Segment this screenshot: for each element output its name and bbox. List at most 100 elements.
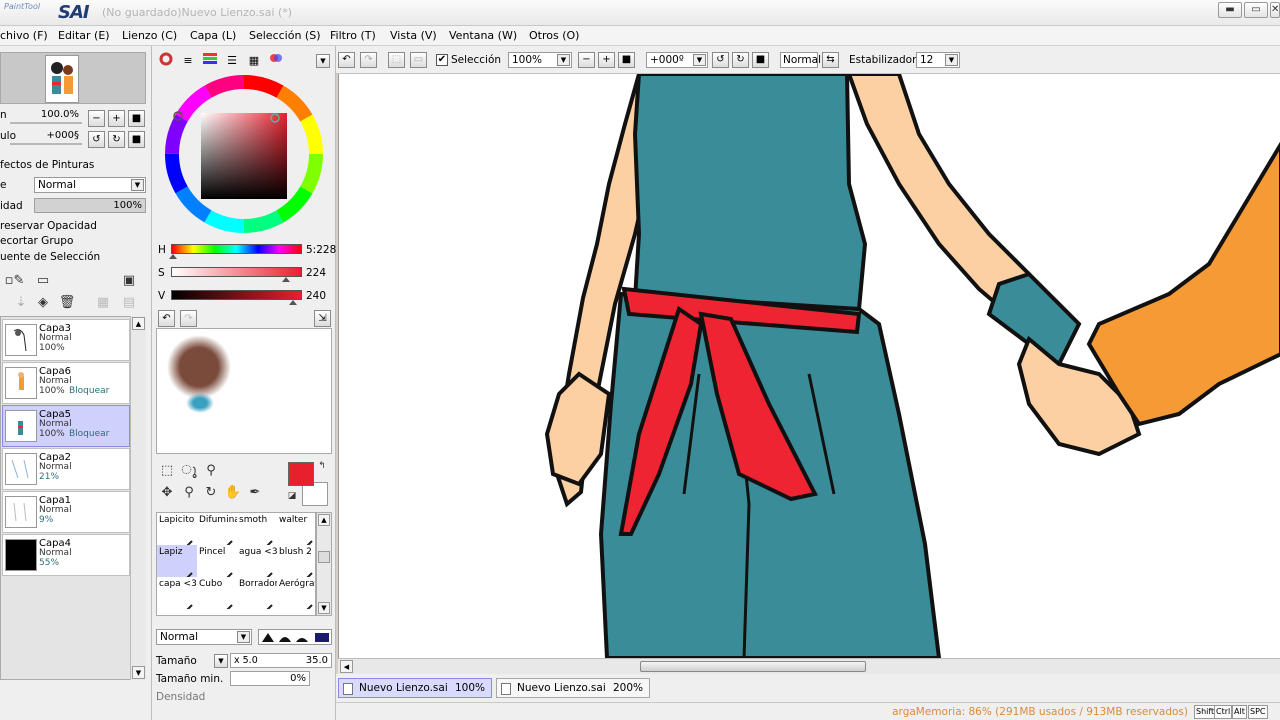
brush-borrador[interactable]: Borrador xyxy=(237,577,277,609)
size-multiplier-dropdown[interactable]: ▼ xyxy=(214,654,228,668)
hsv-slider-tab-icon[interactable] xyxy=(200,52,220,69)
toolbar-rotate-right-button[interactable]: ↻ xyxy=(732,52,749,68)
paint-effects-label[interactable]: fectos de Pinturas xyxy=(0,159,94,171)
transfer-down-icon[interactable]: ⇣ xyxy=(12,294,30,312)
trash-icon[interactable]: 🗑 xyxy=(58,294,76,312)
panel-collapse-button[interactable]: ▼ xyxy=(316,54,330,68)
zoom-icon[interactable]: ⚲ xyxy=(180,484,198,502)
primary-color-swatch[interactable] xyxy=(288,462,314,486)
rotate-left-button[interactable]: ↺ xyxy=(88,131,105,148)
flip-mode-display[interactable]: Normal xyxy=(780,52,821,68)
new-vector-layer-icon[interactable]: ✎ xyxy=(10,272,28,290)
redo-button[interactable]: ↷ xyxy=(360,52,377,68)
rect-select-icon[interactable]: ⬚ xyxy=(158,462,176,480)
brush-aerografo[interactable]: Aerógraf xyxy=(277,577,315,609)
brush-walter[interactable]: walter xyxy=(277,513,315,545)
invert-selection-button[interactable]: ▭ xyxy=(410,52,427,68)
menu-selection[interactable]: Selección (S) xyxy=(249,29,321,42)
menu-view[interactable]: Vista (V) xyxy=(390,29,437,42)
new-folder-icon[interactable]: ▭ xyxy=(34,272,52,290)
value-slider[interactable] xyxy=(171,290,302,305)
toolbar-rotate-left-button[interactable]: ↺ xyxy=(712,52,729,68)
selection-visibility-checkbox[interactable]: ✔ xyxy=(436,54,448,66)
clear-layer-icon[interactable]: ▦ xyxy=(94,294,112,312)
eyedropper-icon[interactable]: ✒ xyxy=(246,484,264,502)
color-scratchpad[interactable] xyxy=(156,328,332,454)
blend-mode-select[interactable]: Normal ▼ xyxy=(34,177,146,193)
hue-slider[interactable] xyxy=(169,244,302,259)
toolbar-zoom-reset-button[interactable]: ■ xyxy=(618,52,635,68)
selection-source-checkbox[interactable]: uente de Selección xyxy=(0,251,100,263)
color-wheel[interactable] xyxy=(158,72,332,238)
brush-difumina[interactable]: Difumina xyxy=(197,513,237,545)
toolbar-rotate-reset-button[interactable]: ■ xyxy=(752,52,769,68)
zoom-value[interactable]: 100.0% xyxy=(34,108,82,123)
scratchpad-expand-button[interactable]: ⇲ xyxy=(314,310,331,327)
scratchpad-undo-button[interactable]: ↶ xyxy=(158,310,175,327)
saturation-slider[interactable] xyxy=(171,267,302,282)
zoom-slider[interactable] xyxy=(10,122,82,124)
toolbar-zoom-in-button[interactable]: + xyxy=(598,52,615,68)
zoom-out-button[interactable]: − xyxy=(88,110,105,127)
brush-size-slider[interactable]: x 5.0 35.0 xyxy=(230,653,332,668)
hand-icon[interactable]: ✋ xyxy=(224,484,242,502)
layer-mask-icon[interactable]: ▣ xyxy=(120,272,138,290)
menu-window[interactable]: Ventana (W) xyxy=(449,29,517,42)
zoom-reset-button[interactable]: ■ xyxy=(128,110,145,127)
merge-down-icon[interactable]: ◈ xyxy=(34,294,52,312)
lasso-icon[interactable]: ൂ xyxy=(180,462,198,480)
magic-wand-icon[interactable]: ⚲ xyxy=(202,462,220,480)
brush-agua[interactable]: agua <3 xyxy=(237,545,277,577)
brush-grid-scrollbar[interactable]: ▲ ▼ xyxy=(316,512,332,616)
zoom-in-button[interactable]: + xyxy=(108,110,125,127)
navigator-preview[interactable] xyxy=(0,52,146,104)
close-button[interactable]: ✕ xyxy=(1270,2,1280,18)
zoom-select[interactable]: 100% ▼ xyxy=(508,52,572,68)
layer-item-capa6[interactable]: Capa6 Normal 100% Bloquear xyxy=(2,362,130,404)
scratchpad-redo-button[interactable]: ↷ xyxy=(180,310,197,327)
color-wheel-tab-icon[interactable] xyxy=(156,52,176,69)
brush-smoth[interactable]: smoth xyxy=(237,513,277,545)
undo-button[interactable]: ↶ xyxy=(338,52,355,68)
layer-item-capa1[interactable]: Capa1 Normal 9% xyxy=(2,491,130,533)
toolbar-zoom-out-button[interactable]: − xyxy=(578,52,595,68)
move-icon[interactable]: ✥ xyxy=(158,484,176,502)
swatch-grid-tab-icon[interactable]: ▦ xyxy=(244,52,264,69)
swap-colors-icon[interactable]: ↰ xyxy=(316,460,328,472)
brush-cubo[interactable]: Cubo xyxy=(197,577,237,609)
layer-settings-icon[interactable]: ▤ xyxy=(120,294,138,312)
clip-group-checkbox[interactable]: ecortar Grupo xyxy=(0,235,73,247)
layer-item-capa3[interactable]: Capa3 Normal 100% xyxy=(2,319,130,361)
doc-tab-2[interactable]: Nuevo Lienzo.sai 200% xyxy=(496,678,650,698)
brush-lapicito[interactable]: Lapicito xyxy=(157,513,197,545)
opacity-slider[interactable]: 100% xyxy=(34,198,146,213)
stabilizer-select[interactable]: 12 ▼ xyxy=(916,52,960,68)
menu-edit[interactable]: Editar (E) xyxy=(58,29,110,42)
doc-tab-1[interactable]: Nuevo Lienzo.sai 100% xyxy=(338,678,492,698)
layer-item-capa2[interactable]: Capa2 Normal 21% xyxy=(2,448,130,490)
swatch-list-tab-icon[interactable]: ☰ xyxy=(222,52,242,69)
brush-shape-selector[interactable] xyxy=(258,629,332,645)
min-size-slider[interactable]: 0% xyxy=(230,671,310,686)
brush-mode-select[interactable]: Normal ▼ xyxy=(156,629,252,645)
maximize-button[interactable]: ▭ xyxy=(1244,2,1268,18)
reset-colors-icon[interactable]: ◪ xyxy=(286,490,298,502)
angle-slider[interactable] xyxy=(10,143,82,145)
brush-lapiz[interactable]: Lapiz xyxy=(157,545,197,577)
preserve-opacity-checkbox[interactable]: reservar Opacidad xyxy=(0,220,97,232)
scratchpad-tab-icon[interactable] xyxy=(266,52,286,69)
layer-list-scrollbar[interactable]: ▲ ▼ xyxy=(130,316,146,680)
rotate-right-button[interactable]: ↻ xyxy=(108,131,125,148)
angle-value[interactable]: +000§ xyxy=(34,129,82,144)
rotate-icon[interactable]: ↻ xyxy=(202,484,220,502)
layer-item-capa5[interactable]: Capa5 Normal 100% Bloquear xyxy=(2,405,130,447)
brush-pincel[interactable]: Pincel xyxy=(197,545,237,577)
scrollbar-thumb[interactable] xyxy=(640,661,866,672)
menu-others[interactable]: Otros (O) xyxy=(529,29,579,42)
rotate-reset-button[interactable]: ■ xyxy=(128,131,145,148)
menu-filter[interactable]: Filtro (T) xyxy=(330,29,376,42)
layer-item-capa4[interactable]: Capa4 Normal 55% xyxy=(2,534,130,576)
flip-horizontal-button[interactable]: ⇆ xyxy=(822,52,839,68)
menu-file[interactable]: chivo (F) xyxy=(0,29,48,42)
minimize-button[interactable]: ▬ xyxy=(1218,2,1242,18)
